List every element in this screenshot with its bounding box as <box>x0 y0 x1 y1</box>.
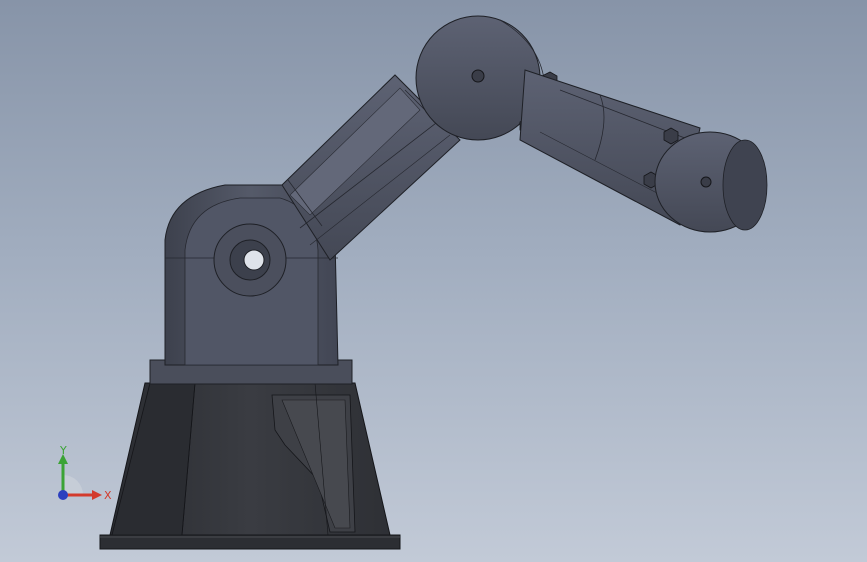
z-axis-dot <box>58 490 68 500</box>
robot-arm-model[interactable] <box>0 0 867 562</box>
triad-graphic: Y X <box>58 444 112 502</box>
graphics-viewport[interactable]: Y X <box>0 0 867 562</box>
x-axis-label: X <box>104 489 112 502</box>
base-pedestal[interactable] <box>109 382 391 536</box>
x-axis-arrowhead <box>92 490 102 500</box>
base-foot-plate[interactable] <box>99 534 401 550</box>
wrist-end-effector[interactable] <box>654 131 768 233</box>
y-axis-label: Y <box>59 444 67 457</box>
reference-triad: Y X <box>48 440 118 510</box>
